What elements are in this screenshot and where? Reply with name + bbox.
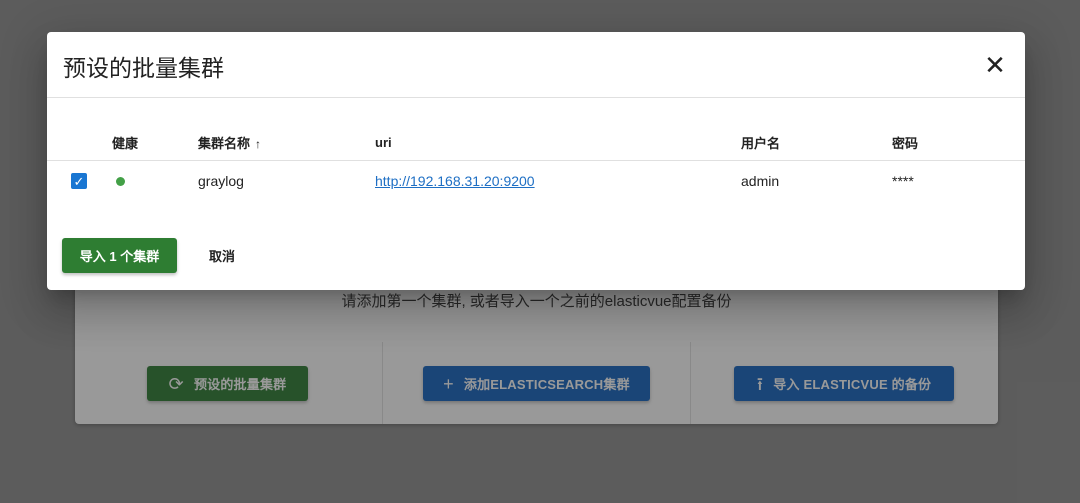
row-checkbox[interactable]: ✓ [71, 173, 87, 189]
clusters-table: 健康 集群名称 ↑ uri 用户名 密码 ✓ graylog http://19… [47, 124, 1025, 201]
arrow-up-icon[interactable]: ↑ [255, 137, 261, 151]
close-icon[interactable]: ✕ [981, 51, 1009, 79]
select-column-header [47, 124, 112, 161]
cluster-name-cell: graylog [198, 173, 244, 189]
dialog-title: 预设的批量集群 [63, 55, 224, 81]
name-header-label: 集群名称 [198, 135, 251, 151]
table-header-row: 健康 集群名称 ↑ uri 用户名 密码 [47, 124, 1025, 161]
password-header-label: 密码 [892, 135, 919, 151]
uri-header-label: uri [375, 134, 392, 150]
password-column-header[interactable]: 密码 [892, 124, 1025, 161]
preset-clusters-dialog: 预设的批量集群 ✕ 健康 集群名称 ↑ uri 用户名 密码 ✓ graylog… [47, 32, 1025, 290]
username-header-label: 用户名 [741, 135, 781, 151]
health-column-header: 健康 [112, 124, 198, 161]
import-clusters-button[interactable]: 导入 1 个集群 [62, 238, 177, 273]
username-column-header[interactable]: 用户名 [741, 124, 892, 161]
name-column-header[interactable]: 集群名称 ↑ [198, 124, 375, 161]
password-cell: **** [892, 173, 914, 189]
dialog-header: 预设的批量集群 ✕ [47, 32, 1025, 98]
table-row[interactable]: ✓ graylog http://192.168.31.20:9200 admi… [47, 161, 1025, 202]
health-header-label: 健康 [112, 135, 139, 151]
cancel-button[interactable]: 取消 [194, 238, 250, 273]
uri-column-header[interactable]: uri [375, 124, 741, 161]
username-cell: admin [741, 173, 780, 189]
cluster-uri-link[interactable]: http://192.168.31.20:9200 [375, 173, 535, 189]
health-status-dot [116, 177, 125, 186]
